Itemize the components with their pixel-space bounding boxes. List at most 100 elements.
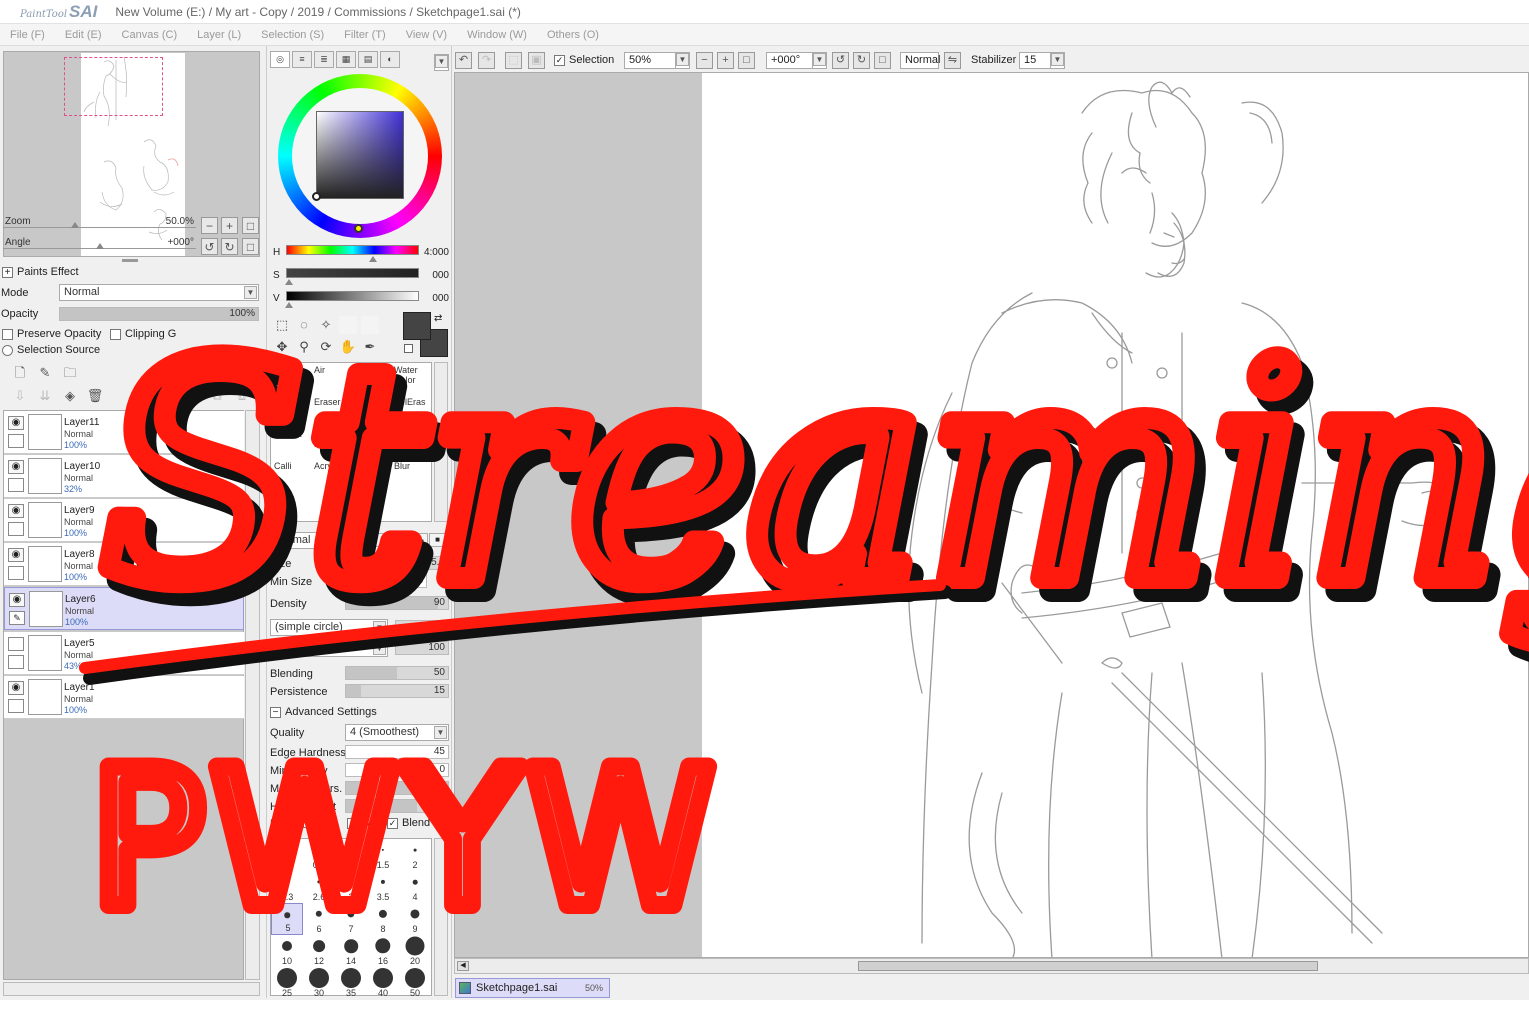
hue-handle[interactable] bbox=[369, 256, 377, 262]
brush-size-option[interactable]: 2.3 bbox=[271, 871, 303, 903]
hsv-slider-tab[interactable]: ≣ bbox=[314, 51, 334, 68]
layer-row[interactable]: ◉ Layer9 Normal 100% bbox=[4, 499, 244, 542]
swap-colors-icon[interactable]: ⇄ bbox=[434, 313, 442, 324]
shape-a-button[interactable]: ▲ bbox=[375, 533, 392, 547]
view-mode-field[interactable]: Normal bbox=[900, 52, 940, 69]
menu-canvas[interactable]: Canvas (C) bbox=[122, 29, 178, 41]
brush-size-option[interactable]: 3.5 bbox=[367, 871, 399, 903]
layer-list-hscrollbar[interactable] bbox=[3, 982, 260, 996]
angle-dropdown-button[interactable]: ▼ bbox=[812, 52, 827, 69]
foreground-color-swatch[interactable] bbox=[403, 312, 431, 340]
color-panel-menu[interactable]: ▼ bbox=[434, 54, 449, 71]
eye-icon[interactable]: ◉ bbox=[9, 593, 25, 607]
layer-row-selected[interactable]: ◉ ✎ Layer6 Normal 100% bbox=[4, 587, 244, 630]
seleras-brush[interactable]: SelEras bbox=[391, 395, 431, 427]
canvas-hscroll-thumb[interactable] bbox=[858, 961, 1318, 971]
brush-size-option[interactable]: 16 bbox=[367, 935, 399, 967]
shape-d-button[interactable]: ■ bbox=[429, 533, 446, 547]
zoom-in-button[interactable]: + bbox=[221, 217, 238, 234]
brush-size-scrollbar[interactable] bbox=[434, 838, 448, 996]
marker-brush[interactable]: Marker bbox=[271, 395, 311, 427]
rotate-reset-toolbar-icon[interactable]: □ bbox=[874, 52, 891, 69]
swatches-tab[interactable]: ▦ bbox=[336, 51, 356, 68]
layer-mask-icon[interactable]: ◙ bbox=[233, 364, 251, 382]
eye-icon[interactable]: ◉ bbox=[8, 548, 24, 562]
brush-shape-select[interactable]: (simple circle) ▼ bbox=[270, 619, 388, 636]
new-layer-icon[interactable]: 🗋 bbox=[11, 364, 29, 382]
zoom-out-toolbar-icon[interactable]: − bbox=[696, 52, 713, 69]
stabilizer-select[interactable]: 15 ▼ bbox=[1019, 52, 1065, 69]
shape-b-button[interactable]: ◢ bbox=[393, 533, 410, 547]
eye-icon[interactable]: ◉ bbox=[8, 681, 24, 695]
menu-window[interactable]: Window (W) bbox=[467, 29, 527, 41]
brush-size-option[interactable]: 14 bbox=[335, 935, 367, 967]
legacy-pen-brush[interactable]: Legacy Pen bbox=[311, 427, 351, 459]
selection-source-radio[interactable]: Selection Source bbox=[2, 344, 100, 356]
stabilizer-dropdown-button[interactable]: ▼ bbox=[1050, 52, 1065, 69]
layer-row[interactable]: ◉ Layer8 Normal 100% bbox=[4, 543, 244, 586]
layer-opacity-slider[interactable]: 100% bbox=[59, 307, 259, 321]
new-folder-icon[interactable]: 🗀 bbox=[61, 364, 79, 382]
zoom-select[interactable]: 50% ▼ bbox=[624, 52, 690, 69]
brush-size-option[interactable]: 25 bbox=[271, 967, 303, 999]
value-slider[interactable]: V 000 bbox=[271, 290, 449, 310]
rect-select-icon[interactable]: ⬚ bbox=[273, 316, 291, 334]
rotate-icon[interactable]: ⟳ bbox=[317, 338, 335, 356]
layer-mode-select[interactable]: Normal ▼ bbox=[59, 284, 259, 301]
menu-view[interactable]: View (V) bbox=[406, 29, 447, 41]
clipping-group-checkbox[interactable]: Clipping G bbox=[110, 328, 176, 340]
rotate-reset-button[interactable]: □ bbox=[242, 238, 259, 255]
redo-icon[interactable]: ↷ bbox=[478, 52, 495, 69]
transfer-down-icon[interactable]: ⇩ bbox=[11, 387, 29, 405]
brush-grid-scrollbar[interactable] bbox=[434, 362, 448, 522]
eye-icon[interactable]: ◉ bbox=[8, 416, 24, 430]
canvas-hscrollbar[interactable]: ◀ bbox=[454, 958, 1529, 974]
press-blend-checkbox[interactable]: ✓ Blend bbox=[387, 817, 430, 829]
zoom-in-toolbar-icon[interactable]: + bbox=[717, 52, 734, 69]
density-slider[interactable]: 90 bbox=[345, 596, 449, 610]
saturation-slider[interactable]: S 000 bbox=[271, 267, 449, 287]
menu-edit[interactable]: Edit (E) bbox=[65, 29, 102, 41]
layer-lock-box[interactable] bbox=[8, 655, 24, 669]
brush-mode-select[interactable]: Normal bbox=[270, 532, 370, 549]
sv-picker-handle[interactable] bbox=[312, 192, 321, 201]
brush-size-option[interactable]: 12 bbox=[303, 935, 335, 967]
brush-size-option[interactable]: 8 bbox=[367, 903, 399, 935]
menu-others[interactable]: Others (O) bbox=[547, 29, 599, 41]
brush-size-option[interactable]: 2 bbox=[399, 839, 431, 871]
calli-brush[interactable]: Calli bbox=[271, 459, 311, 491]
hue-slider[interactable]: H 4:000 bbox=[271, 244, 449, 264]
trash-icon[interactable]: 🗑 bbox=[86, 387, 104, 405]
merge-down-icon[interactable]: ⇊ bbox=[36, 387, 54, 405]
max-dens-slider[interactable]: 100% bbox=[345, 781, 449, 795]
layer-row[interactable]: Layer5 Normal 43% bbox=[4, 632, 244, 675]
canvas-page[interactable] bbox=[702, 73, 1528, 957]
scratchpad-tab[interactable]: ▤ bbox=[358, 51, 378, 68]
hard-soft-slider[interactable]: 140 bbox=[345, 799, 449, 813]
brush-size-option[interactable]: 2.6 bbox=[303, 871, 335, 903]
flip-horizontal-icon[interactable]: ⇋ bbox=[944, 52, 961, 69]
shape-c-button[interactable]: ▬ bbox=[411, 533, 428, 547]
lasso-icon[interactable]: ◌ bbox=[295, 316, 313, 334]
texture-strength-slider[interactable]: 100 bbox=[395, 641, 449, 655]
brush-size-option[interactable]: 6 bbox=[303, 903, 335, 935]
quality-select[interactable]: 4 (Smoothest) ▼ bbox=[345, 724, 449, 741]
eye-icon[interactable]: ◉ bbox=[8, 504, 24, 518]
zoom-dropdown-button[interactable]: ▼ bbox=[675, 52, 690, 69]
blur-brush[interactable]: Blur bbox=[391, 459, 431, 491]
brush-size-option[interactable]: 1 bbox=[335, 839, 367, 871]
layer-row[interactable]: ◉ Layer11 Normal 100% bbox=[4, 411, 244, 454]
layer-list-scrollbar[interactable] bbox=[245, 410, 260, 980]
zoom-slider-handle[interactable] bbox=[71, 222, 79, 228]
hue-picker-handle[interactable] bbox=[354, 224, 363, 233]
deselect-icon[interactable]: ⬚ bbox=[505, 52, 522, 69]
layer-row[interactable]: ◉ Layer10 Normal 32% bbox=[4, 455, 244, 498]
brush-size-option[interactable]: 1.5 bbox=[367, 839, 399, 871]
crayon-brush[interactable]: Crayon bbox=[351, 459, 391, 491]
brush-size-option[interactable]: 40 bbox=[367, 967, 399, 999]
navigator-viewport-rect[interactable] bbox=[64, 57, 163, 116]
angle-slider[interactable]: Angle +000° bbox=[3, 235, 196, 253]
blending-slider[interactable]: 50 bbox=[345, 666, 449, 680]
magic-wand-icon[interactable]: ✧ bbox=[317, 316, 335, 334]
brush-texture-select[interactable]: ▼ bbox=[270, 640, 388, 657]
